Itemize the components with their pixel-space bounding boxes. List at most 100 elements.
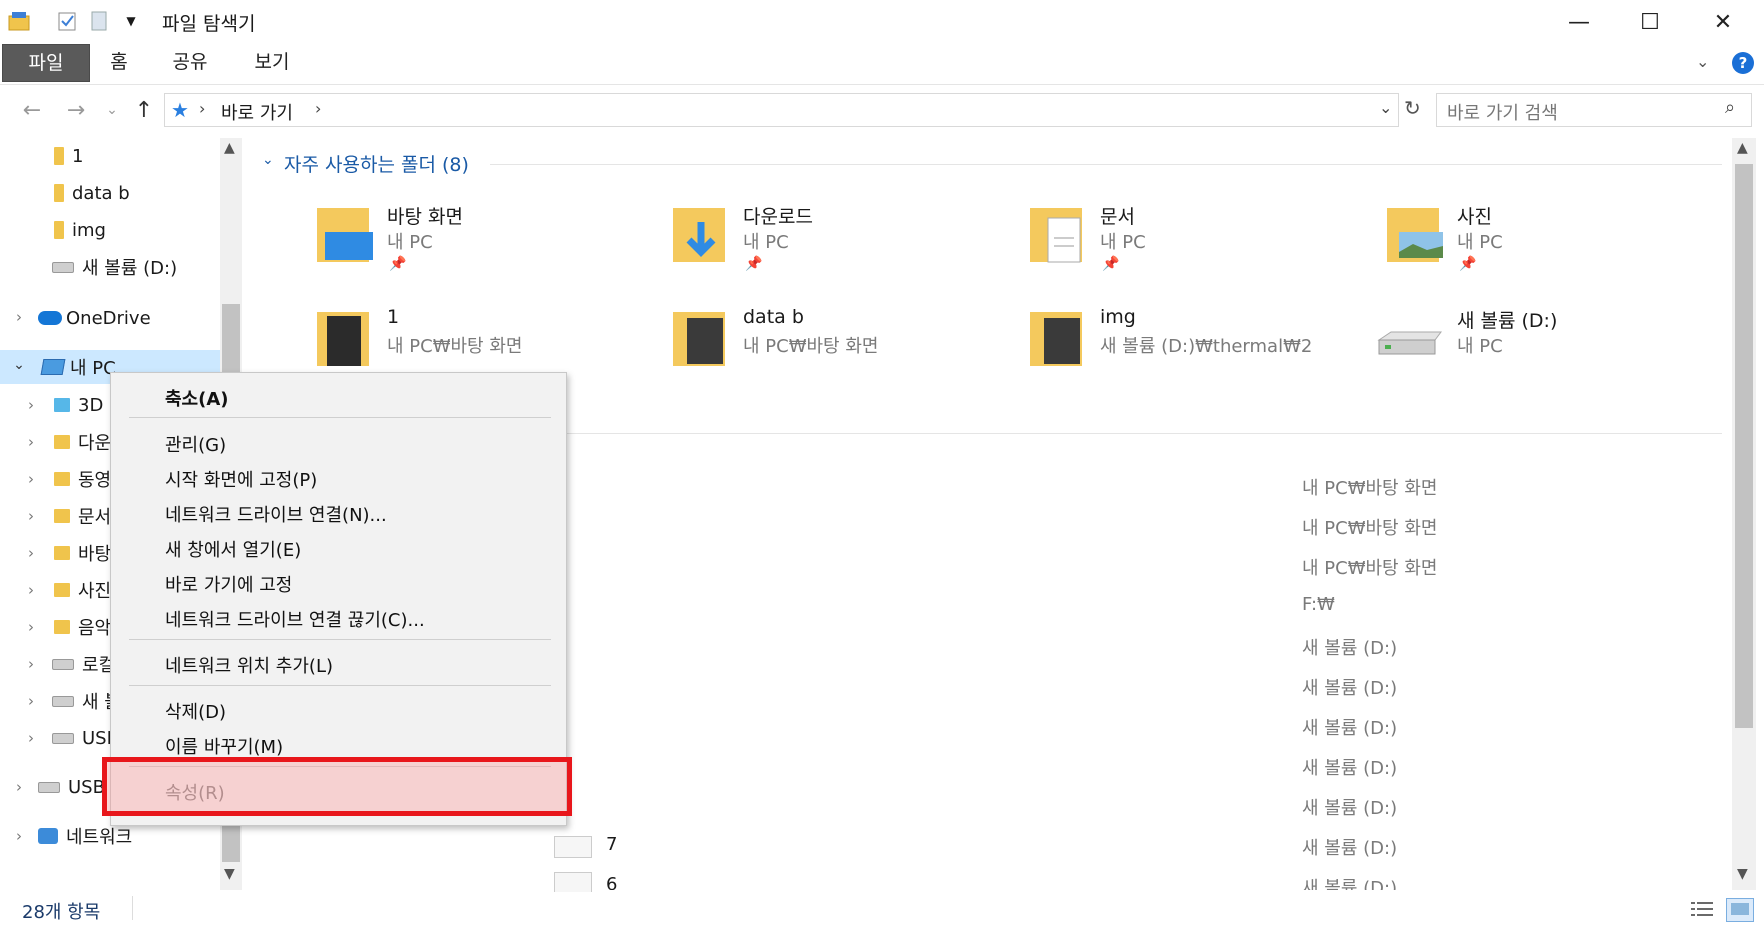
details-view-icon[interactable] [1690,900,1714,918]
nav-item-local-disk[interactable]: 로컬 [52,648,115,680]
menu-item-delete[interactable]: 삭제(D) [165,698,226,724]
nav-item-documents[interactable]: 문서 [54,500,111,532]
collapse-chevron-icon[interactable]: ⌄ [12,357,26,373]
tab-file[interactable]: 파일 [2,44,90,82]
scroll-up-icon[interactable]: ▲ [1737,140,1748,156]
nav-item-usb-2[interactable]: USB [38,771,105,803]
frequent-folders-header[interactable]: 자주 사용하는 폴더 (8) [284,150,469,177]
nav-item-this-pc[interactable]: 내 PC [40,351,116,383]
desktop-folder-icon [54,546,70,560]
folder-tile-documents[interactable]: 문서 내 PC 📌 [1028,202,1358,292]
music-folder-icon [54,620,70,634]
pin-icon: 📌 [1102,256,1120,272]
recent-file-path: 새 볼륨 (D:) [1302,878,1398,890]
pictures-folder-icon [54,583,70,597]
recent-file-path: F:₩ [1302,594,1335,615]
refresh-icon[interactable]: ↻ [1404,96,1421,120]
menu-item-pin-to-quick-access[interactable]: 바로 가기에 고정 [165,571,292,597]
expand-chevron-icon[interactable]: › [24,396,38,414]
properties-highlight-box [102,757,572,816]
nav-item-1[interactable]: 1 [54,140,83,172]
menu-item-collapse[interactable]: 축소(A) [165,385,229,411]
scroll-up-icon[interactable]: ▲ [224,140,235,156]
nav-item-volume-d[interactable]: 새 볼륨 (D:) [52,251,177,283]
new-folder-quick-icon[interactable] [88,10,110,32]
nav-item-videos[interactable]: 동영 [54,463,111,495]
up-arrow-icon[interactable]: ↑ [128,94,160,126]
menu-item-open-in-new-window[interactable]: 새 창에서 열기(E) [165,536,301,562]
recent-locations-chevron-icon[interactable]: ⌄ [96,94,128,126]
status-bar: 28개 항목 [0,892,1764,929]
tab-view[interactable]: 보기 [246,44,298,80]
nav-item-downloads[interactable]: 다운 [54,426,111,458]
nav-item-desktop[interactable]: 바탕 [54,537,111,569]
collapse-group-chevron-icon[interactable]: ⌄ [262,152,274,168]
window-title: 파일 탐색기 [162,13,256,35]
content-scrollbar[interactable]: ▲ ▼ [1732,138,1756,890]
large-icons-view-icon[interactable] [1726,898,1754,922]
nav-item-pictures[interactable]: 사진 [54,574,111,606]
expand-chevron-icon[interactable]: › [24,618,38,636]
nav-item-onedrive[interactable]: OneDrive [38,302,151,334]
videos-folder-icon [54,472,70,486]
scroll-down-icon[interactable]: ▼ [224,866,235,882]
tab-home[interactable]: 홈 [98,44,140,80]
menu-item-map-network-drive[interactable]: 네트워크 드라이브 연결(N)... [165,501,387,527]
folder-tile-pictures[interactable]: 사진 내 PC 📌 [1385,202,1715,292]
search-icon[interactable]: ⌕ [1725,97,1735,118]
breadcrumb-chevron-icon[interactable]: › [315,99,321,118]
content-scroll-thumb[interactable] [1735,164,1753,728]
folder-tile-img[interactable]: img 새 볼륨 (D:)₩thermal₩2 [1028,306,1358,396]
expand-chevron-icon[interactable]: › [24,581,38,599]
menu-item-pin-to-start[interactable]: 시작 화면에 고정(P) [165,466,317,492]
minimize-button[interactable]: — [1544,0,1614,44]
expand-chevron-icon[interactable]: › [24,433,38,451]
expand-chevron-icon[interactable]: › [24,655,38,673]
scroll-down-icon[interactable]: ▼ [1737,866,1748,882]
expand-chevron-icon[interactable]: › [24,729,38,747]
expand-chevron-icon[interactable]: › [12,308,26,326]
menu-item-manage[interactable]: 관리(G) [165,431,226,457]
folder-tile-data-b[interactable]: data b 내 PC₩바탕 화면 [671,306,1001,396]
address-history-chevron-icon[interactable]: ⌄ [1379,98,1392,117]
maximize-button[interactable]: ☐ [1615,0,1685,44]
downloads-folder-icon [54,435,70,449]
folder-tile-downloads[interactable]: 다운로드 내 PC 📌 [671,202,1001,292]
nav-item-usb-1[interactable]: USB [52,722,119,754]
forward-arrow-icon[interactable]: → [60,94,92,126]
menu-item-disconnect-network-drive[interactable]: 네트워크 드라이브 연결 끊기(C)... [165,606,425,632]
expand-chevron-icon[interactable]: › [24,692,38,710]
nav-item-data-b[interactable]: data b [54,177,130,209]
nav-item-music[interactable]: 음악 [54,611,111,643]
expand-chevron-icon[interactable]: › [24,470,38,488]
nav-item-3d[interactable]: 3D [54,389,103,421]
close-button[interactable]: ✕ [1688,0,1758,44]
hard-drive-icon [1377,331,1442,355]
expand-chevron-icon[interactable]: › [12,778,26,796]
breadcrumb-quick-access[interactable]: 바로 가기 [221,99,293,125]
address-bar[interactable]: ★ › 바로 가기 › ⌄ [164,93,1399,127]
expand-chevron-icon[interactable]: › [24,544,38,562]
search-box[interactable]: 바로 가기 검색 ⌕ [1436,93,1752,127]
tab-share[interactable]: 공유 [164,44,216,80]
help-icon[interactable]: ? [1732,52,1754,74]
expand-chevron-icon[interactable]: › [12,827,26,845]
menu-item-add-network-location[interactable]: 네트워크 위치 추가(L) [165,652,333,678]
recent-file-path: 내 PC₩바탕 화면 [1302,518,1438,539]
group-divider [562,433,1722,434]
customize-quick-access-icon[interactable]: ▼ [120,10,142,32]
search-input[interactable]: 바로 가기 검색 [1447,99,1558,125]
menu-item-rename[interactable]: 이름 바꾸기(M) [165,733,283,759]
recent-file-name[interactable]: 7 [606,834,617,855]
nav-item-img[interactable]: img [54,214,106,246]
recent-file-name[interactable]: 6 [606,874,617,890]
menu-separator [129,639,551,640]
recent-file-path: 새 볼륨 (D:) [1302,678,1398,699]
expand-ribbon-icon[interactable]: ⌄ [1696,52,1709,71]
expand-chevron-icon[interactable]: › [24,507,38,525]
drive-tile-volume-d[interactable]: 새 볼륨 (D:) 내 PC [1375,306,1705,396]
back-arrow-icon[interactable]: ← [16,94,48,126]
breadcrumb-chevron-icon[interactable]: › [199,99,205,118]
properties-quick-icon[interactable] [56,10,78,32]
folder-tile-desktop[interactable]: 바탕 화면 내 PC 📌 [315,202,645,292]
